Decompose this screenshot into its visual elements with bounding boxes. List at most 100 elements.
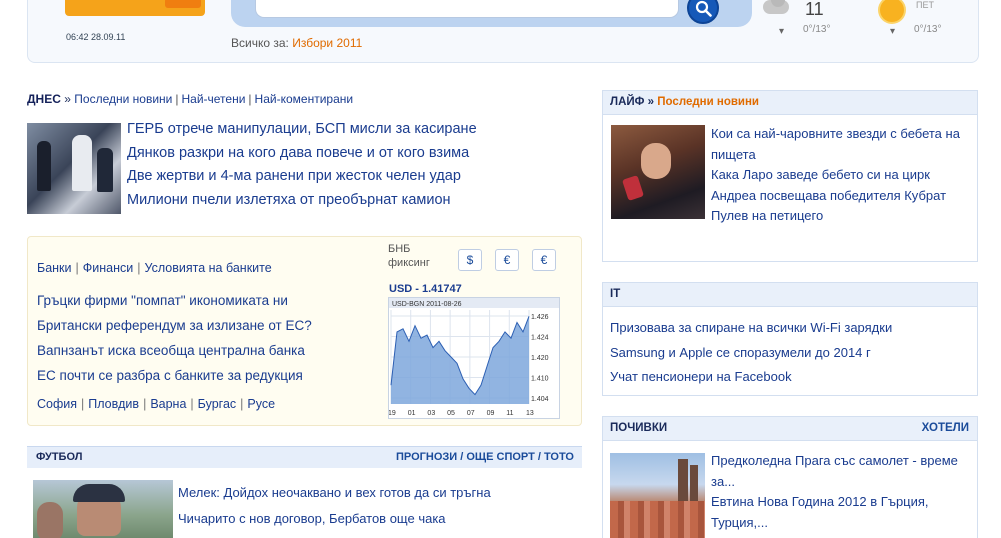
usd-button[interactable]: $ [458, 249, 482, 271]
photo-figure [72, 135, 92, 191]
today-news-photo[interactable] [27, 123, 121, 214]
life-header: ЛАЙФ » Последни новини [603, 91, 977, 115]
search-icon [695, 0, 712, 17]
it-box: IT Призовава за спиране на всички Wi-Fi … [602, 282, 978, 396]
double-arrow-icon: » [64, 92, 71, 106]
city-link[interactable]: Варна [150, 397, 186, 411]
news-link[interactable]: Samsung и Apple се споразумели до 2014 г [610, 341, 892, 366]
today-label: ДНЕС [27, 92, 61, 106]
chart-x-tick: 19 [389, 410, 396, 417]
news-link[interactable]: Учат пенсионери на Facebook [610, 365, 892, 390]
travel-title[interactable]: ПОЧИВКИ [610, 422, 667, 434]
site-header: 06:42 28.09.11 Всичко за: Избори 2011 11… [27, 0, 979, 63]
finance-news-list: Гръцки фирми "помпат" икономиката ни Бри… [37, 288, 312, 388]
weather-range: 0°/13° [803, 24, 831, 35]
it-header: IT [603, 283, 977, 307]
news-link[interactable]: Андреа посвещава победителя Кубрат Пулев… [711, 186, 973, 227]
logo-accent [165, 0, 201, 8]
life-title[interactable]: ЛАЙФ [610, 96, 644, 108]
chart-y-tick: 1.404 [531, 396, 549, 403]
divider: | [190, 397, 194, 411]
travel-header: ПОЧИВКИ ХОТЕЛИ [603, 417, 977, 441]
news-link[interactable]: Чичарито с нов договор, Бербатов още чак… [178, 506, 491, 532]
weather-temp: 11 [805, 0, 824, 19]
all-for-link[interactable]: Избори 2011 [292, 36, 362, 50]
usd-chart-svg: USD-BGN 2011-08-26 19 01 03 05 07 09 11 13 1.426 1… [388, 298, 559, 417]
bnb-fixing-label: БНБ фиксинг [388, 243, 430, 269]
photo-tower [690, 465, 698, 503]
photo-cap [73, 484, 125, 502]
travel-box: ПОЧИВКИ ХОТЕЛИ Предколедна Прага със сам… [602, 416, 978, 538]
city-link[interactable]: Бургас [198, 397, 236, 411]
link-banks[interactable]: Банки [37, 261, 72, 275]
divider: | [137, 261, 141, 275]
cloud-icon [763, 0, 789, 14]
tab-most-read[interactable]: Най-четени [181, 92, 245, 106]
search-button[interactable] [687, 0, 719, 24]
photo-face [641, 143, 671, 179]
chart-title: USD-BGN 2011-08-26 [392, 301, 462, 308]
it-title[interactable]: IT [610, 288, 620, 300]
news-link[interactable]: Британски референдум за излизане от ЕС? [37, 313, 312, 338]
chart-area [391, 316, 529, 404]
hotels-link[interactable]: ХОТЕЛИ [922, 422, 969, 434]
chart-y-tick: 1.426 [531, 314, 549, 321]
city-link[interactable]: София [37, 397, 77, 411]
football-photo[interactable] [33, 480, 173, 538]
weather-today[interactable]: 11 ▾ 0°/13° [757, 0, 877, 60]
life-box: ЛАЙФ » Последни новини Кои са най-чаровн… [602, 90, 978, 262]
news-link[interactable]: Две жертви и 4-ма ранени при жесток челе… [127, 165, 587, 189]
chart-y-tick: 1.420 [531, 355, 549, 362]
photo-roofs [610, 501, 705, 538]
double-arrow-icon: » [647, 96, 655, 108]
link-bank-terms[interactable]: Условията на банките [145, 261, 272, 275]
news-link[interactable]: Евтина Нова Година 2012 в Гърция, Турция… [711, 492, 973, 533]
chart-y-tick: 1.410 [531, 376, 549, 383]
search-input[interactable] [255, 0, 679, 18]
life-photo[interactable] [611, 125, 705, 219]
chevron-down-icon: ▾ [890, 26, 896, 37]
news-link[interactable]: Кака Ларо заведе бебето си на цирк [711, 165, 973, 186]
city-link[interactable]: Пловдив [88, 397, 139, 411]
news-link[interactable]: ЕС почти се разбра с банките за редукция [37, 363, 312, 388]
life-subtitle[interactable]: Последни новини [657, 96, 759, 108]
chevron-down-icon: ▾ [779, 26, 785, 37]
news-link[interactable]: Мелек: Дойдох неочаквано и вех готов да … [178, 480, 491, 506]
divider: | [240, 397, 244, 411]
football-header: ФУТБОЛ ПРОГНОЗИ / ОЩЕ СПОРТ / ТОТО [27, 446, 582, 468]
news-link[interactable]: Кои са най-чаровните звезди с бебета на … [711, 124, 973, 165]
divider: | [248, 92, 252, 106]
weather-range: 0°/13° [914, 24, 942, 35]
link-finance[interactable]: Финанси [83, 261, 133, 275]
tab-latest-news[interactable]: Последни новини [74, 92, 172, 106]
eur-alt-button[interactable]: € [532, 249, 556, 271]
usd-rate: USD - 1.41747 [389, 283, 462, 295]
weather-tomorrow[interactable]: ПЕТ ▾ 0°/13° [868, 0, 978, 60]
news-link[interactable]: Гръцки фирми "помпат" икономиката ни [37, 288, 312, 313]
chart-x-tick: 07 [467, 410, 475, 417]
today-tabs: ДНЕС » Последни новини | Най-четени | Най-ко… [27, 92, 587, 110]
travel-news-list: Предколедна Прага със самолет - време за… [711, 451, 973, 533]
site-logo[interactable] [65, 0, 205, 16]
life-news-list: Кои са най-чаровните звезди с бебета на … [711, 124, 973, 227]
news-link[interactable]: Предколедна Прага със самолет - време за… [711, 451, 973, 492]
news-link[interactable]: Дянков разкри на кого дава повече и от к… [127, 142, 587, 166]
tab-most-commented[interactable]: Най-коментирани [255, 92, 354, 106]
city-link[interactable]: Русе [247, 397, 275, 411]
news-link[interactable]: Призовава за спиране на всички Wi-Fi зар… [610, 316, 892, 341]
finance-panel: Банки | Финанси | Условията на банките Гръцк… [27, 236, 582, 426]
football-links[interactable]: ПРОГНОЗИ / ОЩЕ СПОРТ / ТОТО [396, 451, 574, 463]
sun-icon [880, 0, 904, 22]
news-link[interactable]: Вапнзанът иска всеобща централна банка [37, 338, 312, 363]
news-link[interactable]: ГЕРБ отрече манипулации, БСП мисли за ка… [127, 118, 587, 142]
chart-x-tick: 03 [427, 410, 435, 417]
chart-x-tick: 13 [526, 410, 534, 417]
finance-links: Банки | Финанси | Условията на банките [37, 261, 272, 275]
divider: | [143, 397, 147, 411]
football-title[interactable]: ФУТБОЛ [36, 451, 82, 463]
photo-figure [97, 148, 113, 192]
eur-button[interactable]: € [495, 249, 519, 271]
news-link[interactable]: Милиони пчели излетяха от преобърнат кам… [127, 189, 587, 213]
travel-photo[interactable] [610, 453, 705, 538]
chart-y-tick: 1.424 [531, 335, 549, 342]
